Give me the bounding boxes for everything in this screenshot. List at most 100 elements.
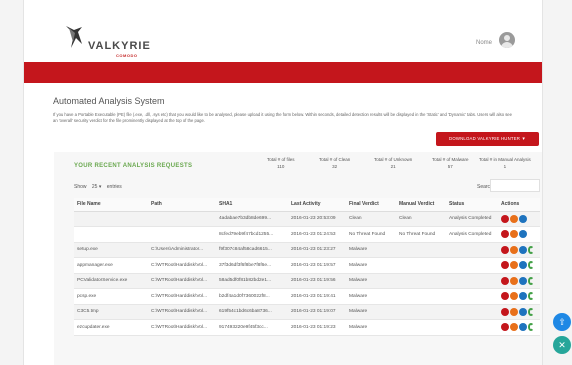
- col-status[interactable]: Status: [446, 198, 498, 212]
- details-icon[interactable]: [519, 323, 527, 332]
- table-row[interactable]: C3C5.tmp C:\WTRoot\Harddisk\Vol... 619f54c…: [74, 304, 540, 320]
- rescan-icon[interactable]: [510, 292, 518, 301]
- delete-icon[interactable]: [501, 292, 509, 301]
- frame-right: [542, 0, 572, 365]
- table-cell: Malware: [346, 242, 396, 258]
- user-name[interactable]: Nome: [476, 40, 492, 46]
- table-row[interactable]: 8cfed79eb9f47bcd1255... 2016-01-23 01:24:…: [74, 226, 540, 243]
- table-cell: C:\WTRoot\Harddisk\Vol...: [148, 304, 216, 320]
- avatar-body: [501, 42, 513, 48]
- valkyrie-logo-icon: [66, 26, 82, 48]
- rescan-icon[interactable]: [510, 230, 518, 239]
- details-icon[interactable]: [519, 261, 527, 270]
- table-cell: [446, 288, 498, 305]
- col-path[interactable]: Path: [148, 198, 216, 212]
- details-icon[interactable]: [519, 292, 527, 301]
- rescan-icon[interactable]: [510, 276, 518, 285]
- stat-value: 110: [277, 164, 285, 169]
- row-actions: [501, 214, 537, 223]
- table-row[interactable]: ezcupdater.exe C:\WTRoot\Harddisk\Vol... 9…: [74, 319, 540, 336]
- rescan-icon[interactable]: [510, 307, 518, 316]
- table-row[interactable]: 4adabae7b3db8de699... 2016-01-23 20:53:09…: [74, 211, 540, 227]
- row-actions: [501, 292, 537, 301]
- table-cell: C:\Users\Administrator...: [148, 242, 216, 258]
- search-input[interactable]: [490, 179, 540, 192]
- col-manual-verdict[interactable]: Manual Verdict: [396, 198, 446, 212]
- stat-label: Total # of files: [267, 157, 295, 162]
- col-last-activity[interactable]: Last Activity: [288, 198, 346, 212]
- table-cell: 2016-01-23 01:19:23: [288, 319, 346, 336]
- download-hunter-button[interactable]: DOWNLOAD VALKYRIE HUNTER ▼: [436, 132, 539, 146]
- table-cell: Clean: [346, 211, 396, 227]
- table-cell: Malware: [346, 288, 396, 305]
- table-row[interactable]: setup.exe C:\Users\Administrator... f9f307…: [74, 242, 540, 258]
- table-cell: No Threat Found: [396, 226, 446, 243]
- table-cell: No Threat Found: [346, 226, 396, 243]
- actions-cell: [498, 211, 540, 227]
- refresh-icon[interactable]: [528, 245, 534, 254]
- close-icon[interactable]: ✕: [553, 336, 571, 354]
- refresh-icon[interactable]: [528, 307, 534, 316]
- stat-total-clean: Total # of Clean 32: [319, 157, 350, 169]
- stat-value: 57: [447, 164, 453, 169]
- col-file-name[interactable]: File Name: [74, 198, 148, 212]
- show-entries: Show 25 ▾ entries: [74, 184, 122, 190]
- delete-icon[interactable]: [501, 245, 509, 254]
- details-icon[interactable]: [519, 245, 527, 254]
- rescan-icon[interactable]: [510, 323, 518, 332]
- details-icon[interactable]: [519, 214, 527, 223]
- table-cell: [148, 226, 216, 243]
- frame-left: [0, 0, 24, 365]
- table-row[interactable]: pcsp.exe C:\WTRoot\Harddisk\Vol... b2df4a1…: [74, 288, 540, 305]
- delete-icon[interactable]: [501, 323, 509, 332]
- table-cell: 2016-01-23 01:19:41: [288, 288, 346, 305]
- actions-cell: [498, 304, 540, 320]
- delete-icon[interactable]: [501, 276, 509, 285]
- refresh-icon[interactable]: [528, 261, 534, 270]
- table-cell: 2016-01-23 01:24:53: [288, 226, 346, 243]
- header-band: [24, 62, 542, 83]
- table-cell: b2df4a1d0f7360022f8...: [216, 288, 288, 305]
- delete-icon[interactable]: [501, 214, 509, 223]
- table-row[interactable]: appmanager.exe C:\WTRoot\Harddisk\Vol... 3…: [74, 257, 540, 274]
- upload-icon[interactable]: ⇧: [553, 313, 571, 331]
- table-cell: [396, 273, 446, 289]
- download-icon: ▼: [521, 136, 526, 141]
- rescan-icon[interactable]: [510, 245, 518, 254]
- rescan-icon[interactable]: [510, 261, 518, 270]
- rescan-icon[interactable]: [510, 214, 518, 223]
- details-icon[interactable]: [519, 307, 527, 316]
- col-sha1[interactable]: SHA1: [216, 198, 288, 212]
- delete-icon[interactable]: [501, 307, 509, 316]
- delete-icon[interactable]: [501, 261, 509, 270]
- table-cell: Malware: [346, 319, 396, 336]
- table-cell: Malware: [346, 304, 396, 320]
- details-icon[interactable]: [519, 230, 527, 239]
- table-cell: [446, 257, 498, 274]
- table-cell: Analysis Completed: [446, 226, 498, 243]
- table-cell: C:\WTRoot\Harddisk\Vol...: [148, 257, 216, 274]
- table-header-row: File Name Path SHA1 Last Activity Final …: [74, 198, 540, 212]
- table-cell: [74, 226, 148, 243]
- entries-select[interactable]: 25 ▾: [92, 184, 101, 190]
- refresh-icon[interactable]: [528, 292, 534, 301]
- actions-cell: [498, 242, 540, 258]
- table-cell: pcsp.exe: [74, 288, 148, 305]
- table-cell: Malware: [346, 257, 396, 274]
- table-cell: C3C5.tmp: [74, 304, 148, 320]
- table-cell: [446, 242, 498, 258]
- table-row[interactable]: PCValidatorService.exe C:\WTRoot\Harddisk…: [74, 273, 540, 289]
- refresh-icon[interactable]: [528, 276, 534, 285]
- avatar[interactable]: [499, 32, 515, 48]
- actions-cell: [498, 273, 540, 289]
- chevron-down-icon: ▾: [98, 184, 102, 190]
- stat-total-malware: Total # of Malware 57: [432, 157, 469, 169]
- details-icon[interactable]: [519, 276, 527, 285]
- delete-icon[interactable]: [501, 230, 509, 239]
- entries-label: entries: [106, 184, 122, 190]
- row-actions: [501, 276, 537, 285]
- table-cell: 37f3d6df3f6f8be7f8f6e...: [216, 257, 288, 274]
- col-final-verdict[interactable]: Final Verdict: [346, 198, 396, 212]
- col-actions: Actions: [498, 198, 540, 212]
- refresh-icon[interactable]: [528, 323, 534, 332]
